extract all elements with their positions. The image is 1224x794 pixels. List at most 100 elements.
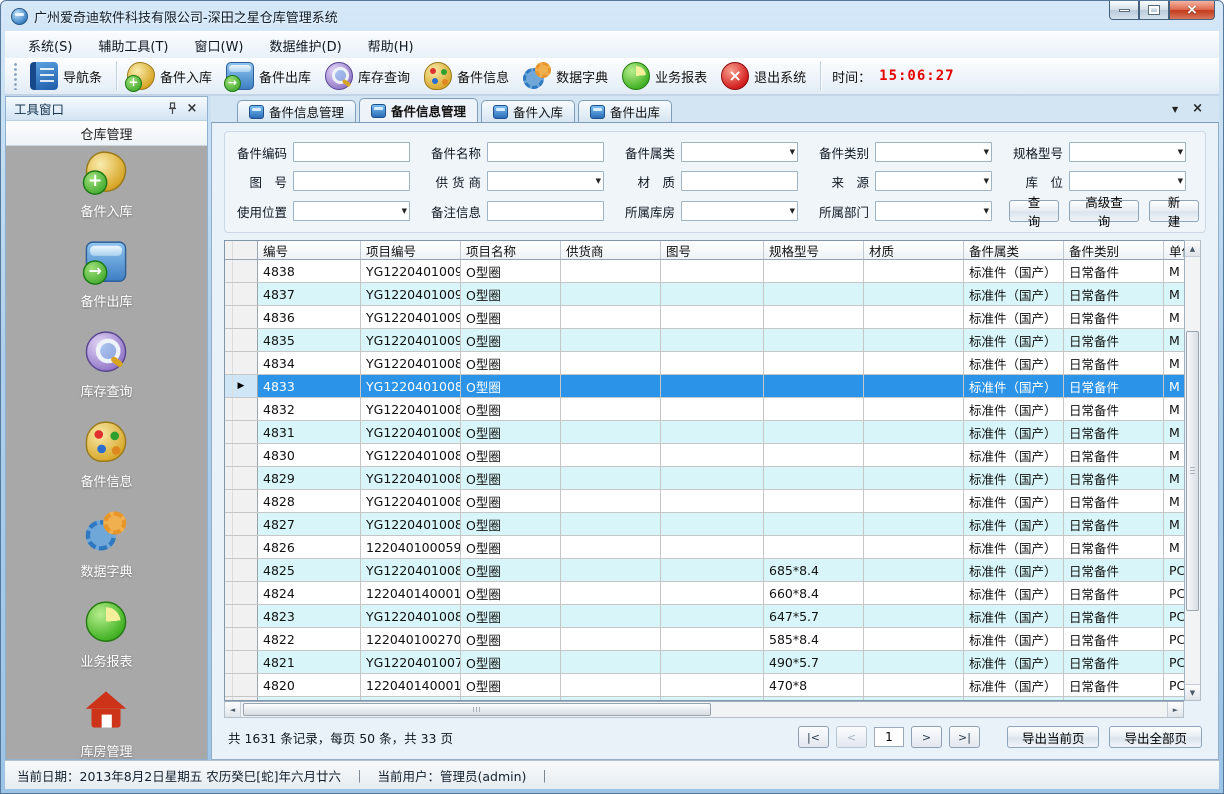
column-header-2[interactable]: 项目名称 — [461, 241, 561, 259]
cell: 日常备件 — [1064, 628, 1164, 650]
tab-3[interactable]: 备件出库 — [578, 100, 672, 122]
column-header-1[interactable]: 项目编号 — [361, 241, 461, 259]
horizontal-scrollbar-thumb[interactable] — [243, 703, 711, 716]
last-page-button[interactable]: >| — [949, 726, 980, 748]
toolbar-grip[interactable] — [13, 62, 19, 90]
search-combo-6[interactable]: ▼ — [487, 171, 604, 191]
column-header-3[interactable]: 供货商 — [561, 241, 661, 259]
menu-item[interactable]: 窗口(W) — [182, 32, 257, 58]
toolbar-button-5[interactable]: 数据字典 — [518, 60, 617, 92]
column-header-9[interactable]: 单位 — [1164, 241, 1184, 259]
table-row[interactable]: 4835YG12204010090O型圈标准件（国产）日常备件M — [225, 329, 1184, 352]
column-header-8[interactable]: 备件类别 — [1064, 241, 1164, 259]
search-combo-10[interactable]: ▼ — [293, 201, 410, 221]
tab-label: 备件信息管理 — [391, 101, 466, 120]
scroll-right-icon[interactable]: ► — [1167, 702, 1183, 717]
column-header-4[interactable]: 图号 — [661, 241, 764, 259]
table-row[interactable]: 48221220401002700O型圈585*8.4标准件（国产）日常备件PC — [225, 628, 1184, 651]
table-row[interactable]: 4831YG12204010086O型圈标准件（国产）日常备件M — [225, 421, 1184, 444]
search-combo-4[interactable]: ▼ — [1069, 142, 1186, 162]
menu-item[interactable]: 帮助(H) — [355, 32, 427, 58]
new-button[interactable]: 新建 — [1149, 200, 1199, 222]
scroll-down-icon[interactable]: ▼ — [1185, 684, 1200, 700]
sidebar-close-icon[interactable]: × — [185, 102, 199, 116]
advanced-query-button[interactable]: 高级查询 — [1069, 200, 1139, 222]
search-input-0[interactable] — [293, 142, 410, 162]
export-all-pages-button[interactable]: 导出全部页 — [1109, 726, 1202, 748]
toolbar-button-3[interactable]: 库存查询 — [320, 60, 419, 92]
column-header-7[interactable]: 备件属类 — [964, 241, 1064, 259]
maximize-button[interactable] — [1139, 1, 1169, 20]
tab-list-dropdown-icon[interactable]: ▼ — [1172, 105, 1178, 114]
minimize-button[interactable] — [1109, 1, 1139, 20]
table-row[interactable]: 4825YG12204010081O型圈685*8.4标准件（国产）日常备件PC — [225, 559, 1184, 582]
table-row[interactable]: 4823YG12204010080O型圈647*5.7标准件（国产）日常备件PC — [225, 605, 1184, 628]
sidebar-item-label: 库房管理 — [80, 741, 132, 759]
toolbar-button-1[interactable]: 备件入库 — [122, 60, 221, 92]
menu-item[interactable]: 系统(S) — [15, 32, 85, 58]
tab-1[interactable]: 备件信息管理 — [359, 98, 478, 122]
menu-item[interactable]: 辅助工具(T) — [85, 32, 181, 58]
table-row[interactable]: ▶4833YG12204010088O型圈标准件（国产）日常备件M — [225, 375, 1184, 398]
column-header-6[interactable]: 材质 — [864, 241, 964, 259]
cell: 4824 — [258, 582, 361, 604]
export-current-page-button[interactable]: 导出当前页 — [1007, 726, 1100, 748]
table-row[interactable]: 4829YG12204010084O型圈标准件（国产）日常备件M — [225, 467, 1184, 490]
toolbar-button-0[interactable]: 导航条 — [25, 60, 111, 92]
search-input-11[interactable] — [487, 201, 604, 221]
cell: O型圈 — [461, 398, 561, 420]
cell: O型圈 — [461, 260, 561, 282]
search-input-5[interactable] — [293, 171, 410, 191]
table-row[interactable]: 4821YG12204010079O型圈490*5.7标准件（国产）日常备件PC — [225, 651, 1184, 674]
search-form: 备件编码备件名称备件属类▼备件类别▼规格型号▼图 号供 货 商▼材 质来 源▼库… — [224, 131, 1206, 233]
table-row[interactable]: 4836YG12204010091O型圈标准件（国产）日常备件M — [225, 306, 1184, 329]
search-combo-13[interactable]: ▼ — [875, 201, 992, 221]
pin-icon[interactable] — [165, 102, 179, 116]
toolbar-button-2[interactable]: 备件出库 — [221, 60, 320, 92]
search-combo-3[interactable]: ▼ — [875, 142, 992, 162]
column-header-0[interactable]: 编号 — [258, 241, 361, 259]
prev-page-button[interactable]: < — [836, 726, 867, 748]
toolbar-button-6[interactable]: 业务报表 — [617, 60, 716, 92]
toolbar-button-label: 备件入库 — [160, 67, 212, 86]
search-input-7[interactable] — [681, 171, 798, 191]
toolbar-items: 导航条 备件入库备件出库库存查询备件信息数据字典业务报表退出系统 — [25, 60, 815, 92]
table-row[interactable]: 4838YG12204010093O型圈标准件（国产）日常备件M — [225, 260, 1184, 283]
table-row[interactable]: 4830YG12204010085O型圈标准件（国产）日常备件M — [225, 444, 1184, 467]
toolbar-button-7[interactable]: 退出系统 — [716, 60, 815, 92]
search-combo-12[interactable]: ▼ — [681, 201, 798, 221]
title-bar[interactable]: 广州爱奇迪软件科技有限公司-深田之星仓库管理系统 × — [5, 1, 1219, 31]
spare-outbound-icon — [226, 62, 254, 90]
row-indicator — [225, 513, 258, 535]
menu-item[interactable]: 数据维护(D) — [257, 32, 355, 58]
sidebar-item-6[interactable]: 库房管理 — [80, 704, 132, 759]
vertical-scrollbar[interactable]: ▲ ▼ — [1184, 240, 1201, 701]
cell: 日常备件 — [1064, 674, 1164, 696]
tab-2[interactable]: 备件入库 — [481, 100, 575, 122]
table-row[interactable]: 48261220401000599O型圈标准件（国产）日常备件M — [225, 536, 1184, 559]
scroll-up-icon[interactable]: ▲ — [1185, 241, 1200, 257]
page-number-input[interactable] — [874, 727, 904, 747]
close-button[interactable]: × — [1169, 1, 1215, 20]
table-row[interactable]: 4828YG12204010083O型圈标准件（国产）日常备件M — [225, 490, 1184, 513]
toolbar-button-4[interactable]: 备件信息 — [419, 60, 518, 92]
search-combo-2[interactable]: ▼ — [681, 142, 798, 162]
table-row[interactable]: 48241220401400012O型圈660*8.4标准件（国产）日常备件PC — [225, 582, 1184, 605]
next-page-button[interactable]: > — [911, 726, 942, 748]
table-row[interactable]: 4837YG12204010092O型圈标准件（国产）日常备件M — [225, 283, 1184, 306]
tab-0[interactable]: 备件信息管理 — [237, 100, 356, 122]
table-row[interactable]: 48201220401400013O型圈470*8标准件（国产）日常备件PC — [225, 674, 1184, 697]
first-page-button[interactable]: |< — [798, 726, 829, 748]
table-row[interactable]: 4827YG12204010082O型圈标准件（国产）日常备件M — [225, 513, 1184, 536]
scroll-left-icon[interactable]: ◄ — [225, 702, 241, 717]
horizontal-scrollbar[interactable]: ◄ ► — [224, 701, 1184, 718]
search-combo-8[interactable]: ▼ — [875, 171, 992, 191]
search-combo-9[interactable]: ▼ — [1069, 171, 1186, 191]
column-header-5[interactable]: 规格型号 — [764, 241, 864, 259]
search-input-1[interactable] — [487, 142, 604, 162]
table-row[interactable]: 4834YG12204010089O型圈标准件（国产）日常备件M — [225, 352, 1184, 375]
query-button[interactable]: 查询 — [1009, 200, 1059, 222]
tab-close-icon[interactable]: × — [1192, 104, 1203, 114]
table-row[interactable]: 4832YG12204010087O型圈标准件（国产）日常备件M — [225, 398, 1184, 421]
vertical-scrollbar-thumb[interactable] — [1186, 331, 1199, 611]
